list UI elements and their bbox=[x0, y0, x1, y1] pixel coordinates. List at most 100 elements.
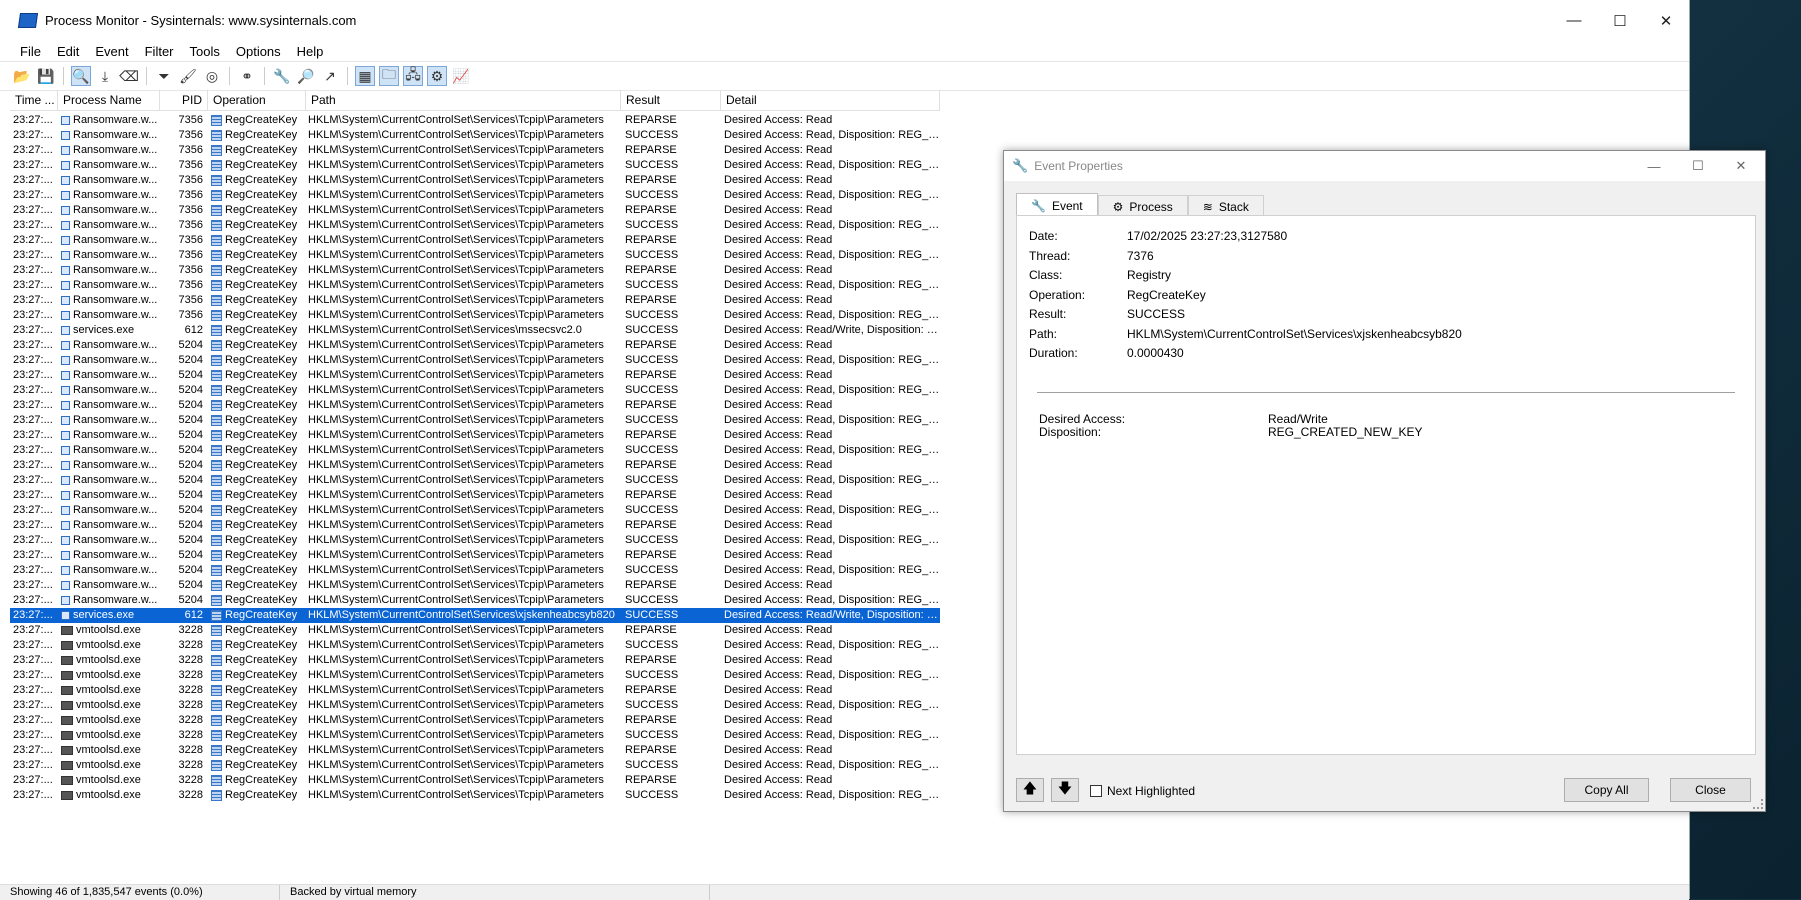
table-row[interactable]: 23:27:... Ransomware.w... 5204 RegCreateKey… bbox=[10, 488, 940, 503]
menu-tools[interactable]: Tools bbox=[182, 44, 228, 59]
cell-text: 23:27:... bbox=[13, 324, 53, 336]
table-row[interactable]: 23:27:... vmtoolsd.exe 3228 RegCreateKey HKL… bbox=[10, 638, 940, 653]
table-row[interactable]: 23:27:... Ransomware.w... 5204 RegCreateKey… bbox=[10, 578, 940, 593]
table-row[interactable]: 23:27:... Ransomware.w... 5204 RegCreateKey… bbox=[10, 563, 940, 578]
highlight-icon[interactable]: 🖌 bbox=[178, 66, 198, 86]
find-icon[interactable]: 🔎 bbox=[296, 66, 316, 86]
table-row[interactable]: 23:27:... Ransomware.w... 5204 RegCreateKey… bbox=[10, 518, 940, 533]
dialog-maximize-button[interactable]: ☐ bbox=[1675, 151, 1721, 181]
table-row[interactable]: 23:27:... vmtoolsd.exe 3228 RegCreateKey HKL… bbox=[10, 788, 940, 803]
table-row[interactable]: 23:27:... vmtoolsd.exe 3228 RegCreateKey HKL… bbox=[10, 698, 940, 713]
column-header-det[interactable]: Detail bbox=[721, 90, 940, 110]
menu-file[interactable]: File bbox=[12, 44, 49, 59]
next-highlighted-checkbox[interactable]: Next Highlighted bbox=[1090, 784, 1195, 798]
table-row[interactable]: 23:27:... Ransomware.w... 7356 RegCreateKey… bbox=[10, 233, 940, 248]
menu-help[interactable]: Help bbox=[289, 44, 332, 59]
table-row[interactable]: 23:27:... Ransomware.w... 7356 RegCreateKey… bbox=[10, 143, 940, 158]
table-row[interactable]: 23:27:... vmtoolsd.exe 3228 RegCreateKey HKL… bbox=[10, 683, 940, 698]
table-row[interactable]: 23:27:... Ransomware.w... 5204 RegCreateKey… bbox=[10, 548, 940, 563]
registry-icon bbox=[211, 310, 222, 321]
table-row[interactable]: 23:27:... Ransomware.w... 5204 RegCreateKey… bbox=[10, 458, 940, 473]
table-row[interactable]: 23:27:... Ransomware.w... 5204 RegCreateKey… bbox=[10, 473, 940, 488]
table-row[interactable]: 23:27:... services.exe 612 RegCreateKey HKLM… bbox=[10, 323, 940, 338]
dialog-minimize-button[interactable]: — bbox=[1631, 151, 1677, 181]
menu-edit[interactable]: Edit bbox=[49, 44, 87, 59]
table-row[interactable]: 23:27:... Ransomware.w... 5204 RegCreateKey… bbox=[10, 398, 940, 413]
capture-icon[interactable]: 🔍 bbox=[71, 66, 91, 86]
filesystem-activity-icon[interactable]: 🗀 bbox=[379, 66, 399, 86]
column-header-pid[interactable]: PID bbox=[160, 90, 208, 110]
checkbox-box[interactable] bbox=[1090, 785, 1102, 797]
table-row[interactable]: 23:27:... Ransomware.w... 7356 RegCreateKey… bbox=[10, 218, 940, 233]
column-header-proc[interactable]: Process Name bbox=[58, 90, 160, 110]
table-row[interactable]: 23:27:... Ransomware.w... 7356 RegCreateKey… bbox=[10, 278, 940, 293]
table-row[interactable]: 23:27:... Ransomware.w... 7356 RegCreateKey… bbox=[10, 173, 940, 188]
cell-pid: 7356 bbox=[160, 293, 208, 308]
dialog-close-icon-button[interactable]: ✕ bbox=[1718, 151, 1764, 181]
table-row[interactable]: 23:27:... vmtoolsd.exe 3228 RegCreateKey HKL… bbox=[10, 713, 940, 728]
close-button[interactable]: ✕ bbox=[1643, 0, 1689, 41]
table-row[interactable]: 23:27:... Ransomware.w... 7356 RegCreateKey… bbox=[10, 113, 940, 128]
table-row[interactable]: 23:27:... Ransomware.w... 7356 RegCreateKey… bbox=[10, 248, 940, 263]
table-row[interactable]: 23:27:... Ransomware.w... 5204 RegCreateKey… bbox=[10, 383, 940, 398]
column-header-op[interactable]: Operation bbox=[208, 90, 306, 110]
close-button-dialog[interactable]: Close bbox=[1670, 778, 1751, 802]
cell-text: 5204 bbox=[178, 369, 203, 381]
column-header-res[interactable]: Result bbox=[621, 90, 721, 110]
jump-icon[interactable]: ↗ bbox=[320, 66, 340, 86]
table-row[interactable]: 23:27:... vmtoolsd.exe 3228 RegCreateKey HKL… bbox=[10, 623, 940, 638]
clear-icon[interactable]: ⌫ bbox=[119, 66, 139, 86]
table-row[interactable]: 23:27:... Ransomware.w... 5204 RegCreateKey… bbox=[10, 533, 940, 548]
table-row[interactable]: 23:27:... Ransomware.w... 5204 RegCreateKey… bbox=[10, 368, 940, 383]
table-row[interactable]: 23:27:... Ransomware.w... 7356 RegCreateKey… bbox=[10, 128, 940, 143]
previous-event-button[interactable]: 🡅 bbox=[1016, 778, 1044, 802]
table-row[interactable]: 23:27:... vmtoolsd.exe 3228 RegCreateKey HKL… bbox=[10, 773, 940, 788]
table-row[interactable]: 23:27:... Ransomware.w... 7356 RegCreateKey… bbox=[10, 188, 940, 203]
menu-filter[interactable]: Filter bbox=[137, 44, 182, 59]
profiling-icon[interactable]: 📈 bbox=[451, 66, 471, 86]
process-tree-icon[interactable]: ⚭ bbox=[237, 66, 257, 86]
network-activity-icon[interactable]: 🖧 bbox=[403, 66, 423, 86]
save-icon[interactable]: 💾 bbox=[36, 66, 56, 86]
copy-all-button[interactable]: Copy All bbox=[1564, 778, 1649, 802]
filter-icon[interactable]: ⏷ bbox=[154, 66, 174, 86]
registry-activity-icon[interactable]: ▦ bbox=[355, 66, 375, 86]
table-row[interactable]: 23:27:... Ransomware.w... 5204 RegCreateKey… bbox=[10, 428, 940, 443]
autoscroll-icon[interactable]: ⤓ bbox=[95, 66, 115, 86]
minimize-button[interactable]: — bbox=[1551, 0, 1597, 41]
table-row[interactable]: 23:27:... Ransomware.w... 5204 RegCreateKey… bbox=[10, 413, 940, 428]
cell-time: 23:27:... bbox=[10, 548, 58, 563]
tab-process[interactable]: ⚙ Process bbox=[1097, 195, 1188, 217]
table-row[interactable]: 23:27:... vmtoolsd.exe 3228 RegCreateKey HKL… bbox=[10, 758, 940, 773]
table-row[interactable]: 23:27:... vmtoolsd.exe 3228 RegCreateKey HKL… bbox=[10, 728, 940, 743]
table-row[interactable]: 23:27:... Ransomware.w... 5204 RegCreateKey… bbox=[10, 593, 940, 608]
target-icon[interactable]: ◎ bbox=[202, 66, 222, 86]
open-icon[interactable]: 📂 bbox=[12, 66, 32, 86]
column-header-path[interactable]: Path bbox=[306, 90, 621, 110]
next-event-button[interactable]: 🡇 bbox=[1051, 778, 1079, 802]
table-row[interactable]: 23:27:... Ransomware.w... 7356 RegCreateKey… bbox=[10, 263, 940, 278]
table-row[interactable]: 23:27:... Ransomware.w... 5204 RegCreateKey… bbox=[10, 338, 940, 353]
table-row[interactable]: 23:27:... Ransomware.w... 7356 RegCreateKey… bbox=[10, 203, 940, 218]
process-activity-icon[interactable]: ⚙ bbox=[427, 66, 447, 86]
maximize-button[interactable]: ☐ bbox=[1597, 0, 1643, 41]
cell-text: Desired Access: Read bbox=[724, 339, 833, 351]
column-header-time[interactable]: Time ... bbox=[10, 90, 58, 110]
menu-event[interactable]: Event bbox=[87, 44, 136, 59]
resize-grip[interactable] bbox=[1753, 799, 1763, 809]
cell-path: HKLM\System\CurrentControlSet\Services\T… bbox=[306, 728, 621, 743]
table-row[interactable]: 23:27:... Ransomware.w... 7356 RegCreateKey… bbox=[10, 293, 940, 308]
table-row[interactable]: 23:27:... Ransomware.w... 5204 RegCreateKey… bbox=[10, 503, 940, 518]
properties-icon[interactable]: 🔧 bbox=[272, 66, 292, 86]
table-row[interactable]: 23:27:... vmtoolsd.exe 3228 RegCreateKey HKL… bbox=[10, 653, 940, 668]
table-row[interactable]: 23:27:... services.exe 612 RegCreateKey HKLM… bbox=[10, 608, 940, 623]
menu-options[interactable]: Options bbox=[228, 44, 289, 59]
table-row[interactable]: 23:27:... Ransomware.w... 5204 RegCreateKey… bbox=[10, 353, 940, 368]
table-row[interactable]: 23:27:... Ransomware.w... 5204 RegCreateKey… bbox=[10, 443, 940, 458]
cell-text: RegCreateKey bbox=[225, 294, 298, 306]
table-row[interactable]: 23:27:... Ransomware.w... 7356 RegCreateKey… bbox=[10, 158, 940, 173]
table-row[interactable]: 23:27:... vmtoolsd.exe 3228 RegCreateKey HKL… bbox=[10, 743, 940, 758]
table-row[interactable]: 23:27:... vmtoolsd.exe 3228 RegCreateKey HKL… bbox=[10, 668, 940, 683]
tab-stack[interactable]: ≋ Stack bbox=[1187, 195, 1264, 217]
table-row[interactable]: 23:27:... Ransomware.w... 7356 RegCreateKey… bbox=[10, 308, 940, 323]
